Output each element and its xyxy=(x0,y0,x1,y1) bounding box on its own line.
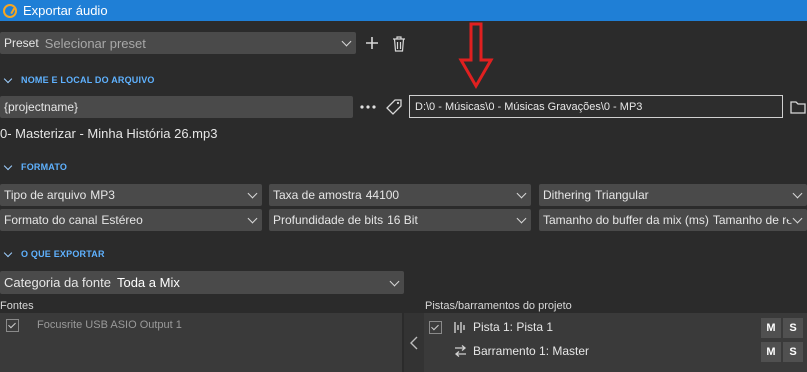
preset-placeholder: Selecionar preset xyxy=(44,35,146,51)
chevron-down-icon xyxy=(516,213,527,224)
list-item[interactable]: Pista 1: Pista 1 M S xyxy=(424,315,807,339)
chevron-down-icon xyxy=(247,213,258,224)
track-checkbox[interactable] xyxy=(429,321,442,334)
solo-button[interactable]: S xyxy=(783,318,803,338)
add-preset-button[interactable] xyxy=(363,34,381,52)
preset-dropdown[interactable]: Preset Selecionar preset xyxy=(0,32,356,54)
chevron-down-icon xyxy=(516,188,527,199)
trash-icon xyxy=(393,35,405,52)
section-format[interactable]: FORMATO xyxy=(3,161,67,172)
sample-rate-dropdown[interactable]: Taxa de amostra 44100 xyxy=(269,184,531,206)
dithering-dropdown[interactable]: Dithering Triangular xyxy=(539,184,807,206)
buffer-size-dropdown[interactable]: Tamanho do buffer da mix (ms) Tamanho de… xyxy=(539,209,807,231)
browse-folder-button[interactable] xyxy=(788,97,807,117)
tag-icon xyxy=(386,99,402,115)
ellipsis-icon xyxy=(360,105,376,109)
down-arrow-annotation-icon xyxy=(458,22,494,90)
audio-track-icon xyxy=(454,322,465,333)
chevron-down-icon xyxy=(341,36,352,47)
chevron-down-icon xyxy=(792,188,803,199)
source-label: Focusrite USB ASIO Output 1 xyxy=(37,319,182,331)
bus-label: Barramento 1: Master xyxy=(473,344,590,358)
section-name-location[interactable]: NOME E LOCAL DO ARQUIVO xyxy=(3,74,155,85)
tracks-panel: Pista 1: Pista 1 M S Barramento 1: Maste… xyxy=(424,313,807,372)
channel-format-dropdown[interactable]: Formato do canal Estéreo xyxy=(0,209,262,231)
title-bar: Exportar áudio xyxy=(0,0,807,21)
tag-button[interactable] xyxy=(383,96,405,118)
source-checkbox[interactable] xyxy=(6,319,19,332)
chevron-down-icon xyxy=(3,161,13,170)
chevron-down-icon xyxy=(3,248,13,257)
track-label: Pista 1: Pista 1 xyxy=(473,320,554,334)
sources-panel-title: Fontes xyxy=(0,300,34,312)
more-options-button[interactable] xyxy=(357,96,379,118)
plus-icon xyxy=(366,37,378,49)
preset-label: Preset xyxy=(4,36,39,50)
list-item[interactable]: Barramento 1: Master M S xyxy=(424,339,807,363)
chevron-down-icon xyxy=(247,188,258,199)
solo-button[interactable]: S xyxy=(783,342,803,362)
tracks-panel-title: Pistas/barramentos do projeto xyxy=(425,300,572,312)
bit-depth-dropdown[interactable]: Profundidade de bits 16 Bit xyxy=(269,209,531,231)
resolved-filename: 0- Masterizar - Minha História 26.mp3 xyxy=(0,126,218,141)
mute-button[interactable]: M xyxy=(761,342,781,362)
sources-panel: Focusrite USB ASIO Output 1 xyxy=(0,313,402,372)
delete-preset-button[interactable] xyxy=(389,33,409,54)
mute-button[interactable]: M xyxy=(761,318,781,338)
chevron-down-icon xyxy=(792,213,803,224)
file-type-dropdown[interactable]: Tipo de arquivo MP3 xyxy=(0,184,262,206)
chevron-down-icon xyxy=(389,276,400,287)
panel-collapse-button[interactable] xyxy=(404,313,424,372)
chevron-left-icon xyxy=(410,336,418,349)
list-item[interactable]: Focusrite USB ASIO Output 1 xyxy=(0,313,402,337)
output-path-field[interactable]: D:\0 - Músicas\0 - Músicas Gravações\0 -… xyxy=(409,95,783,118)
bus-routing-icon xyxy=(454,345,467,357)
app-logo-icon xyxy=(3,3,17,18)
folder-icon xyxy=(789,101,806,114)
section-what-export[interactable]: O QUE EXPORTAR xyxy=(3,248,105,259)
chevron-down-icon xyxy=(3,74,13,83)
window-title: Exportar áudio xyxy=(23,3,108,18)
source-category-dropdown[interactable]: Categoria da fonte Toda a Mix xyxy=(0,271,404,294)
filename-input[interactable]: {projectname} xyxy=(0,96,353,118)
